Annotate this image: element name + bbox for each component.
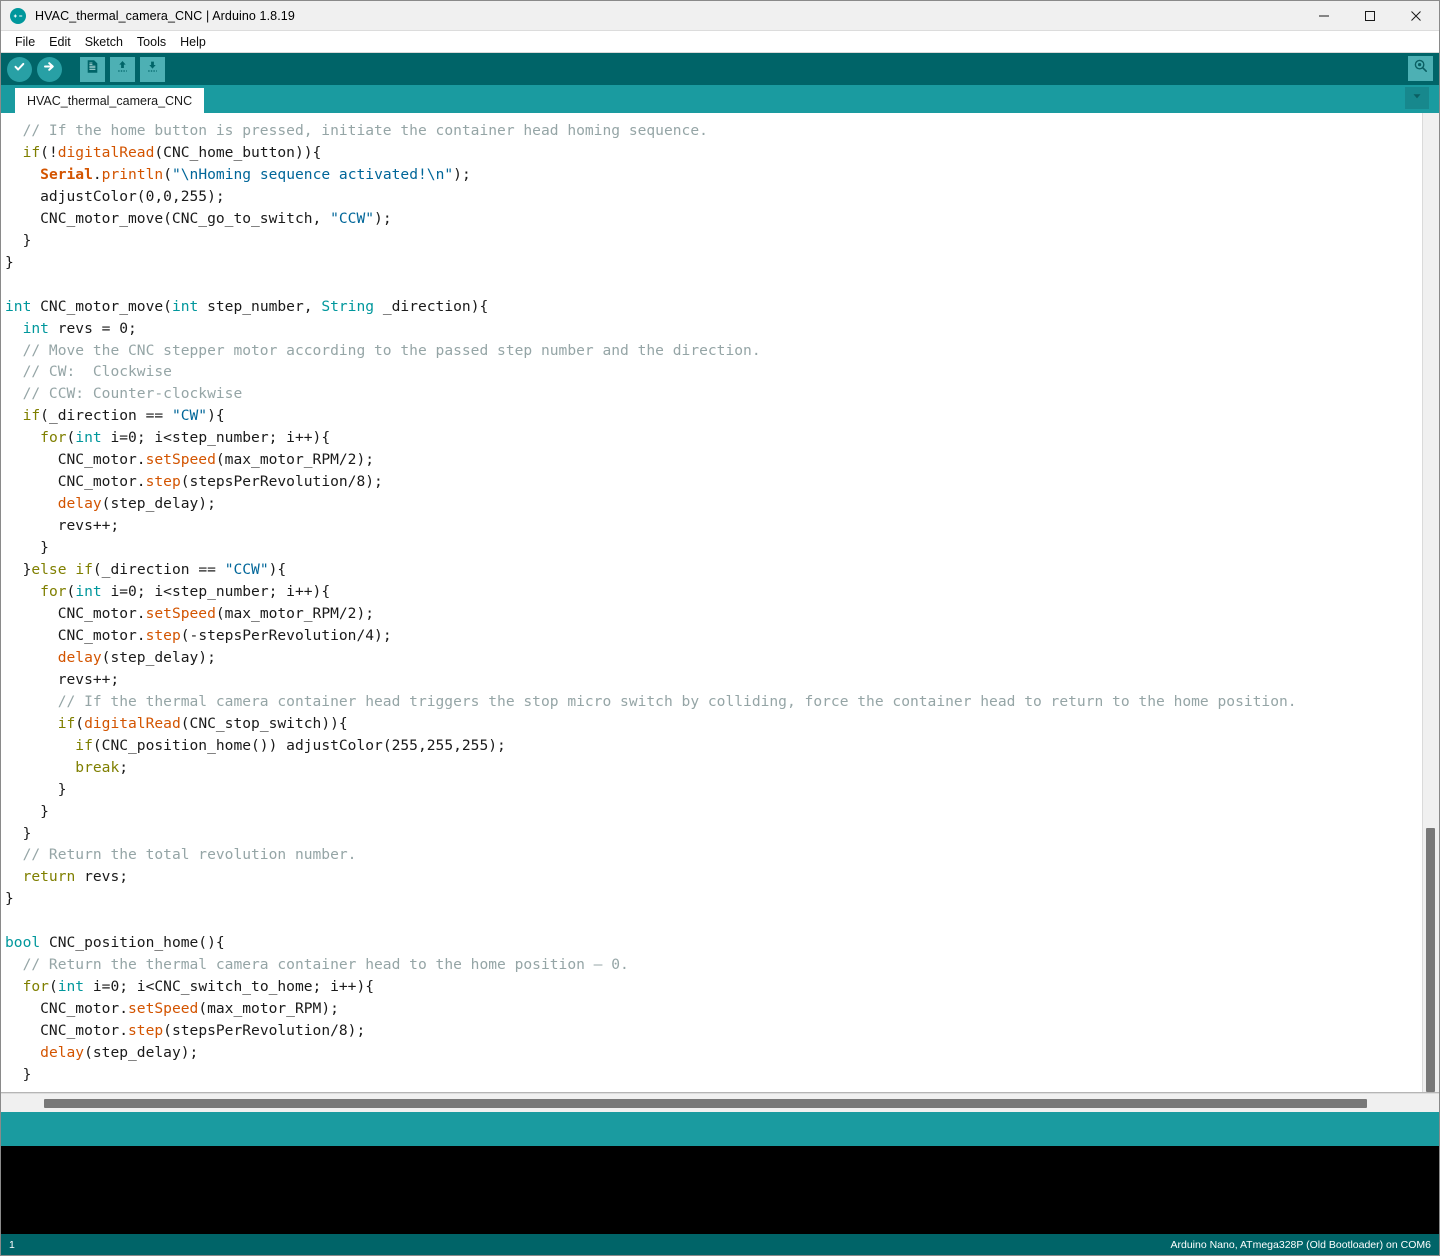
board-info-label: Arduino Nano, ATmega328P (Old Bootloader… (1170, 1239, 1431, 1251)
menu-item-edit[interactable]: Edit (42, 31, 78, 53)
arrow-right-icon (42, 59, 57, 79)
editor-vertical-scrollbar[interactable] (1422, 113, 1439, 1092)
menu-item-help[interactable]: Help (173, 31, 213, 53)
serial-monitor-button[interactable] (1408, 56, 1433, 81)
upload-button[interactable] (37, 57, 62, 82)
new-file-icon (85, 59, 100, 79)
menu-item-sketch[interactable]: Sketch (78, 31, 130, 53)
toolbar-separator (67, 69, 75, 70)
arduino-ide-window: HVAC_thermal_camera_CNC | Arduino 1.8.19… (0, 0, 1440, 1256)
arrow-down-icon (145, 59, 160, 79)
arrow-up-icon (115, 59, 130, 79)
save-button[interactable] (140, 57, 165, 82)
editor-horizontal-scrollbar[interactable] (1, 1093, 1439, 1112)
menu-bar: File Edit Sketch Tools Help (1, 31, 1439, 53)
window-controls (1301, 1, 1439, 31)
tab-bar: HVAC_thermal_camera_CNC (1, 85, 1439, 113)
open-button[interactable] (110, 57, 135, 82)
code-text-area[interactable]: // If the home button is pressed, initia… (1, 113, 1422, 1092)
magnifier-icon (1413, 58, 1429, 79)
console-output[interactable] (1, 1146, 1439, 1234)
title-bar: HVAC_thermal_camera_CNC | Arduino 1.8.19 (1, 1, 1439, 31)
tab-label: HVAC_thermal_camera_CNC (27, 94, 192, 108)
horizontal-scroll-thumb[interactable] (44, 1099, 1367, 1108)
source-code[interactable]: // If the home button is pressed, initia… (1, 120, 1422, 1086)
chevron-down-icon (1411, 89, 1423, 107)
toolbar (1, 53, 1439, 85)
vertical-scroll-thumb[interactable] (1426, 828, 1435, 1092)
verify-button[interactable] (7, 57, 32, 82)
minimize-icon[interactable] (1301, 1, 1347, 31)
window-title: HVAC_thermal_camera_CNC | Arduino 1.8.19 (35, 9, 295, 23)
code-editor[interactable]: // If the home button is pressed, initia… (1, 113, 1439, 1093)
menu-item-file[interactable]: File (8, 31, 42, 53)
arduino-logo-icon (10, 8, 26, 24)
status-bar: 1 Arduino Nano, ATmega328P (Old Bootload… (1, 1234, 1439, 1255)
new-button[interactable] (80, 57, 105, 82)
checkmark-icon (12, 59, 27, 79)
tab-hvac-thermal-camera-cnc[interactable]: HVAC_thermal_camera_CNC (15, 88, 204, 113)
maximize-icon[interactable] (1347, 1, 1393, 31)
line-number-indicator: 1 (9, 1239, 15, 1251)
close-icon[interactable] (1393, 1, 1439, 31)
status-message-strip (1, 1112, 1439, 1146)
menu-item-tools[interactable]: Tools (130, 31, 173, 53)
tab-menu-button[interactable] (1405, 87, 1429, 109)
